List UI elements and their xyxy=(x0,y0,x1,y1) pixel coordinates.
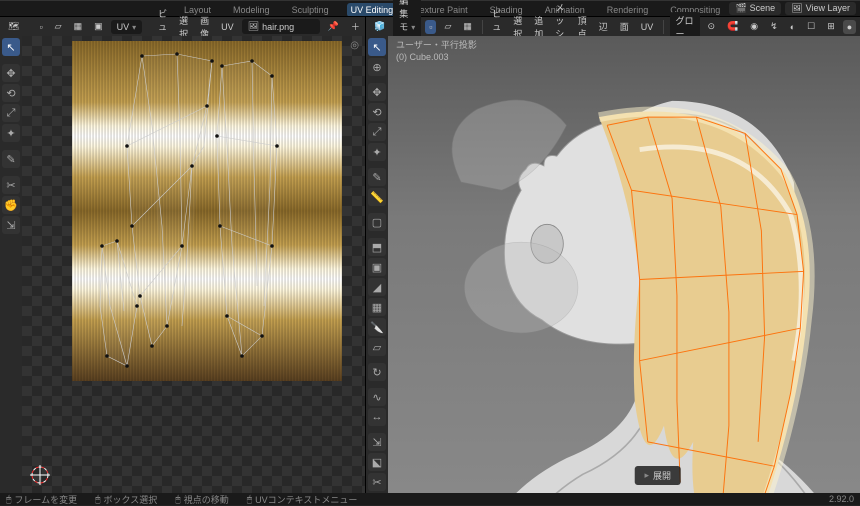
uv-image-name: hair.png xyxy=(262,22,294,32)
uv-header-toolbar: 🗺 ▫ ▱ ▦ ▣ UV ビュー 選択 画像 UV 🖼 hair.png 📌 ＋… xyxy=(0,16,365,36)
operator-panel[interactable]: ▸展開 xyxy=(634,466,681,485)
uv-tool-sidebar: ↖ ✥ ⟲ ⤢ ✦ ✎ ✂ ✊ ⇲ xyxy=(0,36,22,493)
tool-cursor-3d[interactable]: ⊕ xyxy=(368,58,386,76)
vp-menu-face[interactable]: 面 xyxy=(616,18,633,35)
scene-icon: 🎬 xyxy=(735,3,746,14)
2d-cursor-icon xyxy=(28,463,52,487)
viewport-editor-type-icon[interactable]: 🧊 xyxy=(370,19,389,34)
tool-slide[interactable]: ↔ xyxy=(368,408,386,426)
mouse-middle-icon: 🖱 xyxy=(175,494,180,505)
viewport: 🧊 編集モード ▫ ▱ ▦ ビュー 選択 追加 メッシュ 頂点 辺 面 UV グ… xyxy=(366,16,860,493)
vp-menu-uv[interactable]: UV xyxy=(637,20,658,34)
view-layer-name: View Layer xyxy=(806,3,850,13)
uv-sync-select[interactable]: UV xyxy=(111,20,143,34)
uv-sel-mode-island[interactable]: ▣ xyxy=(90,19,107,34)
status-box: 🖱ボックス選択 xyxy=(95,493,157,506)
tool-scale-3d[interactable]: ⤢ xyxy=(368,123,386,141)
tool-grab[interactable]: ✊ xyxy=(2,196,20,214)
tool-extrude[interactable]: ⬒ xyxy=(368,238,386,256)
tool-rip[interactable]: ✂ xyxy=(2,176,20,194)
tool-shrink[interactable]: ⇲ xyxy=(368,433,386,451)
uv-mesh-overlay xyxy=(92,46,312,376)
viewport-info-text: ユーザー・平行投影 (0) Cube.003 xyxy=(396,40,477,63)
tool-select-box[interactable]: ↖ xyxy=(368,38,386,56)
status-bar: 🖱フレームを変更 🖱ボックス選択 🖱視点の移動 🖱UVコンテキストメニュー 2.… xyxy=(0,493,860,505)
tab-uv-editing[interactable]: UV Editing xyxy=(347,3,398,17)
scene-field[interactable]: 🎬 Scene xyxy=(729,2,781,15)
tool-spin[interactable]: ↻ xyxy=(368,363,386,381)
tab-sculpting[interactable]: Sculpting xyxy=(288,3,333,17)
vp-menu-edge[interactable]: 辺 xyxy=(595,18,612,35)
tool-transform[interactable]: ✦ xyxy=(2,124,20,142)
scene-name: Scene xyxy=(750,3,776,13)
uv-sel-mode-face[interactable]: ▦ xyxy=(70,19,87,34)
viewport-tool-sidebar: ↖ ⊕ ✥ ⟲ ⤢ ✦ ✎ 📏 ▢ ⬒ ▣ ◢ ▦ 🔪 ▱ ↻ xyxy=(366,36,388,493)
tool-inset[interactable]: ▣ xyxy=(368,258,386,276)
uv-sel-mode-vert[interactable]: ▫ xyxy=(35,20,46,34)
top-right-fields: 🎬 Scene 🖼 View Layer xyxy=(729,0,856,16)
sel-mode-vert[interactable]: ▫ xyxy=(425,20,436,34)
uv-canvas[interactable]: ◎ xyxy=(22,36,365,493)
uv-sel-mode-edge[interactable]: ▱ xyxy=(51,19,66,34)
gizmo-toggle-icon[interactable]: ↯ xyxy=(766,19,782,34)
tool-knife[interactable]: 🔪 xyxy=(368,318,386,336)
version-text: 2.92.0 xyxy=(829,494,854,504)
tool-loopcut[interactable]: ▦ xyxy=(368,298,386,316)
tool-move-3d[interactable]: ✥ xyxy=(368,83,386,101)
uv-editor: 🗺 ▫ ▱ ▦ ▣ UV ビュー 選択 画像 UV 🖼 hair.png 📌 ＋… xyxy=(0,16,366,493)
tool-shear[interactable]: ⬕ xyxy=(368,453,386,471)
tool-annotate[interactable]: ✎ xyxy=(2,150,20,168)
tool-rip-3d[interactable]: ✂ xyxy=(368,473,386,491)
shading-solid-icon[interactable]: ● xyxy=(843,20,856,34)
shading-wireframe-icon[interactable]: ⊞ xyxy=(823,19,839,34)
xray-icon[interactable]: ☐ xyxy=(803,19,819,34)
overlay-toggle-icon[interactable]: ◐ xyxy=(786,20,799,34)
tab-modeling[interactable]: Modeling xyxy=(229,3,274,17)
tool-add-cube[interactable]: ▢ xyxy=(368,213,386,231)
mouse-left-icon: 🖱 xyxy=(6,494,11,505)
tool-smooth[interactable]: ∿ xyxy=(368,388,386,406)
tool-measure[interactable]: 📏 xyxy=(368,188,386,206)
uv-editor-type-icon[interactable]: 🗺 xyxy=(4,19,23,34)
uv-pin-icon[interactable]: 📌 xyxy=(324,19,343,34)
sel-mode-edge[interactable]: ▱ xyxy=(440,19,455,34)
tool-rotate[interactable]: ⟲ xyxy=(2,84,20,102)
mouse-left-icon: 🖱 xyxy=(95,494,100,505)
tool-move[interactable]: ✥ xyxy=(2,64,20,82)
layer-icon: 🖼 xyxy=(791,3,802,14)
prop-edit-icon[interactable]: ◉ xyxy=(746,19,762,34)
tool-cursor[interactable]: ↖ xyxy=(2,38,20,56)
status-frame: 🖱フレームを変更 xyxy=(6,493,77,506)
tool-pinch[interactable]: ⇲ xyxy=(2,216,20,234)
tool-polybuild[interactable]: ▱ xyxy=(368,338,386,356)
viewport-header-toolbar: 🧊 編集モード ▫ ▱ ▦ ビュー 選択 追加 メッシュ 頂点 辺 面 UV グ… xyxy=(366,16,860,36)
snap-icon[interactable]: 🧲 xyxy=(723,19,742,34)
tool-scale[interactable]: ⤢ xyxy=(2,104,20,122)
uv-new-icon[interactable]: ＋ xyxy=(347,18,364,35)
status-move: 🖱視点の移動 xyxy=(175,493,228,506)
uv-image-select[interactable]: 🖼 hair.png xyxy=(242,19,320,34)
tool-rotate-3d[interactable]: ⟲ xyxy=(368,103,386,121)
tool-transform-3d[interactable]: ✦ xyxy=(368,143,386,161)
image-icon: 🖼 xyxy=(248,21,259,32)
tab-rendering[interactable]: Rendering xyxy=(603,3,653,17)
mouse-right-icon: 🖱 xyxy=(247,494,252,505)
tool-annotate-3d[interactable]: ✎ xyxy=(368,168,386,186)
tool-bevel[interactable]: ◢ xyxy=(368,278,386,296)
uv-menu-uv[interactable]: UV xyxy=(217,20,238,34)
sel-mode-face[interactable]: ▦ xyxy=(459,19,476,34)
viewport-canvas[interactable]: ユーザー・平行投影 (0) Cube.003 X Y Z 🔍 ✥ xyxy=(388,36,860,493)
pivot-icon[interactable]: ⊙ xyxy=(704,19,720,34)
status-context: 🖱UVコンテキストメニュー xyxy=(247,493,358,506)
character-model xyxy=(388,36,860,493)
uv-pivot-icon[interactable]: ◎ xyxy=(350,40,359,51)
view-layer-field[interactable]: 🖼 View Layer xyxy=(785,2,856,15)
